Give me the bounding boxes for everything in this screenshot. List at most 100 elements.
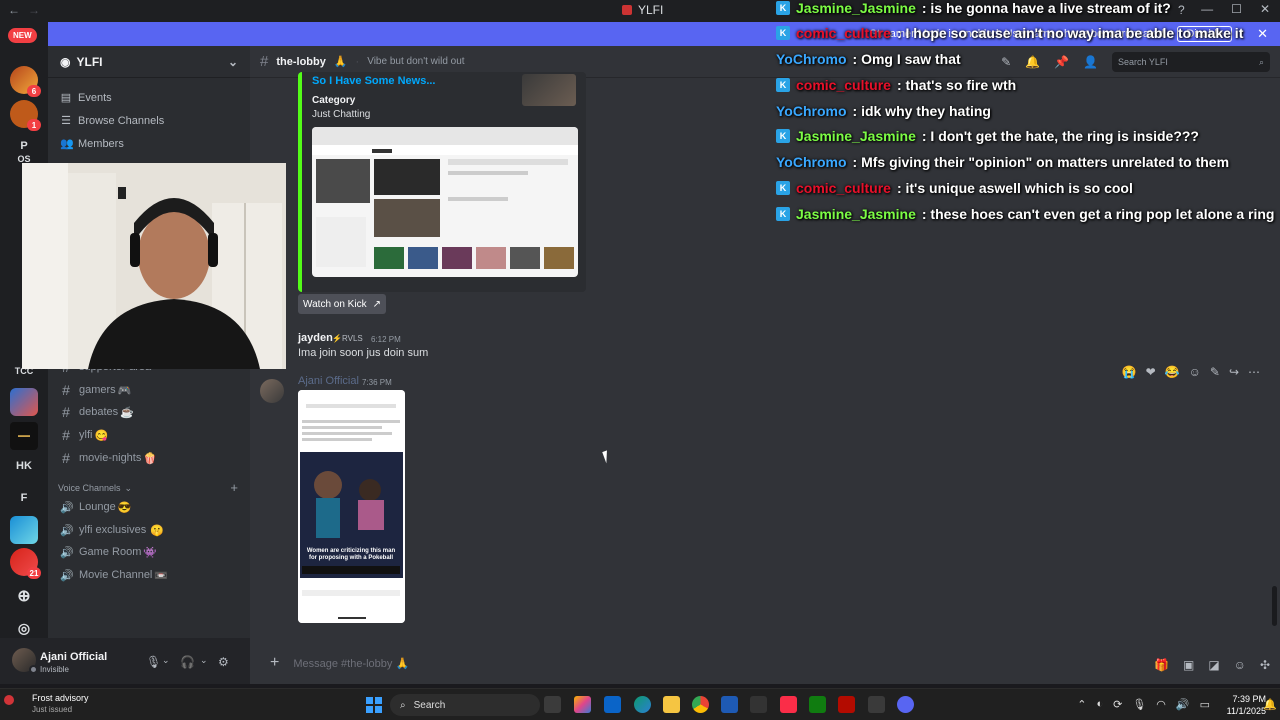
volume-icon[interactable]: 🔊 bbox=[1176, 698, 1190, 711]
embed-preview-image[interactable] bbox=[312, 127, 578, 277]
attached-image[interactable]: Women are criticizing this man for propo… bbox=[298, 390, 405, 623]
channel-emoji: 😎 bbox=[117, 501, 132, 514]
gift-icon[interactable]: 🎁 bbox=[1154, 658, 1169, 672]
channel-ylfi[interactable]: # ylfi 😋 bbox=[58, 425, 240, 445]
back-arrow-icon[interactable]: ← bbox=[8, 3, 20, 17]
acrobat-icon[interactable] bbox=[838, 696, 855, 713]
chat-line: Kcomic_culture: that's so fire wth bbox=[776, 77, 1016, 93]
music-icon[interactable] bbox=[780, 696, 797, 713]
file-explorer-icon[interactable] bbox=[663, 696, 680, 713]
embed-thumbnail[interactable] bbox=[522, 74, 576, 106]
chevron-down-icon[interactable]: ⌄ bbox=[162, 655, 170, 666]
server-icon-7[interactable]: ▬▬ bbox=[10, 422, 38, 450]
channel-name: ylfi exclusives bbox=[79, 524, 147, 536]
scrollbar[interactable] bbox=[1272, 586, 1277, 626]
hash-icon: # bbox=[260, 53, 269, 70]
task-view-icon[interactable] bbox=[544, 696, 561, 713]
windows-start-icon[interactable] bbox=[366, 697, 382, 713]
voice-channel-game-room[interactable]: 🔊 Game Room 👾 bbox=[58, 542, 240, 562]
taskbar-clock[interactable]: 7:39 PM 11/1/2025 bbox=[1227, 693, 1266, 717]
voice-channel-movie-channel[interactable]: 🔊 Movie Channel 📼 bbox=[58, 565, 240, 585]
voice-category[interactable]: Voice Channels ⌄ bbox=[58, 483, 132, 494]
server-icon-6[interactable] bbox=[10, 388, 38, 416]
laugh-emoji-icon[interactable]: 😂 bbox=[1165, 365, 1180, 379]
apps-icon[interactable]: ✣ bbox=[1260, 658, 1270, 672]
app-logo-icon bbox=[622, 5, 632, 15]
sticker-icon[interactable]: ◪ bbox=[1208, 658, 1219, 672]
heart-emoji-icon[interactable]: ❤ bbox=[1146, 365, 1156, 379]
wifi-icon[interactable]: ◠ bbox=[1156, 698, 1166, 711]
chevron-down-icon[interactable]: ⌄ bbox=[200, 655, 208, 666]
avatar[interactable] bbox=[260, 379, 284, 403]
system-tray: ⌃ ◐ ⟳ 🎙 ◠ 🔊 ▭ bbox=[1077, 698, 1210, 711]
channel-gamers[interactable]: # gamers 🎮 bbox=[58, 380, 240, 400]
edit-icon[interactable]: ✎ bbox=[1210, 365, 1220, 379]
tray-sync-icon[interactable]: ⟳ bbox=[1113, 698, 1122, 711]
store-icon[interactable] bbox=[721, 696, 738, 713]
clock-time: 7:39 PM bbox=[1232, 694, 1266, 704]
embed-title[interactable]: So I Have Some News... bbox=[312, 75, 436, 87]
nav-events[interactable]: ▤ Events bbox=[60, 91, 112, 105]
edge-icon[interactable] bbox=[634, 696, 651, 713]
weather-widget[interactable]: Frost advisory Just issued bbox=[32, 693, 89, 714]
new-badge[interactable]: NEW bbox=[8, 28, 37, 43]
message-author[interactable]: Ajani Official bbox=[298, 375, 359, 387]
gif-icon[interactable]: ▣ bbox=[1183, 658, 1194, 672]
obs-icon[interactable] bbox=[868, 696, 885, 713]
chat-username: comic_culture bbox=[796, 77, 891, 93]
taskbar-search[interactable]: ⌕ Search bbox=[390, 694, 540, 716]
message-author[interactable]: jayden bbox=[298, 332, 333, 344]
server-icon-11[interactable]: 21 bbox=[10, 548, 41, 579]
channel-emoji: 🙏 bbox=[333, 56, 348, 68]
outlook-icon[interactable] bbox=[604, 696, 621, 713]
server-icon-f[interactable]: F bbox=[10, 484, 38, 512]
channel-name: ylfi bbox=[79, 429, 93, 441]
server-icon-1[interactable]: 6 bbox=[10, 66, 41, 97]
battery-icon[interactable]: ▭ bbox=[1200, 698, 1210, 711]
chevron-up-icon[interactable]: ⌃ bbox=[1077, 698, 1086, 711]
watch-on-kick-button[interactable]: Watch on Kick ↗ bbox=[298, 294, 386, 314]
message-composer[interactable]: + Message #the-lobby 🙏 bbox=[260, 650, 1270, 676]
nav-members[interactable]: 👥 Members bbox=[60, 137, 124, 151]
add-channel-icon[interactable]: + bbox=[230, 480, 238, 495]
voice-channel-ylfi-exclusives[interactable]: 🔊 ylfi exclusives 🤫 bbox=[58, 520, 240, 540]
clock-date: 11/1/2025 bbox=[1226, 706, 1266, 716]
add-server-icon[interactable]: ⊕ bbox=[10, 582, 38, 610]
more-options-icon[interactable]: ⋯ bbox=[1248, 365, 1260, 379]
xbox-icon[interactable] bbox=[809, 696, 826, 713]
add-attachment-icon[interactable]: + bbox=[270, 654, 279, 672]
discord-icon[interactable] bbox=[897, 696, 914, 713]
kick-icon: K bbox=[776, 78, 790, 92]
chat-line: YoChromo: Omg I saw that bbox=[776, 51, 961, 67]
crying-emoji-icon[interactable]: 😭 bbox=[1122, 365, 1137, 379]
microphone-icon[interactable]: 🎙 bbox=[146, 655, 161, 669]
channel-debates[interactable]: # debates ☕ bbox=[58, 402, 240, 422]
notification-bell-icon[interactable]: 🔔 bbox=[1263, 698, 1277, 711]
chrome-icon[interactable] bbox=[692, 696, 709, 713]
chat-text: : these hoes can't even get a ring pop l… bbox=[921, 206, 1275, 222]
tray-app-icon[interactable]: ◐ bbox=[1096, 698, 1103, 711]
reply-icon[interactable]: ↪ bbox=[1229, 365, 1239, 379]
emoji-icon[interactable]: ☺ bbox=[1234, 658, 1246, 672]
server-icon-10[interactable] bbox=[10, 516, 38, 544]
nav-browse-channels[interactable]: ☰ Browse Channels bbox=[60, 114, 164, 128]
user-name[interactable]: Ajani Official bbox=[40, 651, 107, 663]
headphones-icon[interactable]: 🎧 bbox=[180, 655, 195, 669]
channel-topic[interactable]: Vibe but don't wild out bbox=[367, 56, 464, 67]
add-reaction-icon[interactable]: ☺ bbox=[1189, 365, 1201, 379]
kick-stream-embed: So I Have Some News... Category Just Cha… bbox=[298, 72, 586, 292]
voice-channel-lounge[interactable]: 🔊 Lounge 😎 bbox=[58, 497, 240, 517]
role-badge[interactable]: ⚡RVLS bbox=[332, 334, 363, 343]
channel-movie-nights[interactable]: # movie-nights 🍿 bbox=[58, 448, 240, 468]
channel-emoji: ☕ bbox=[120, 406, 134, 419]
channel-emoji: 😋 bbox=[94, 429, 109, 442]
server-icon-hk[interactable]: HK bbox=[10, 452, 38, 480]
microphone-icon[interactable]: 🎙 bbox=[1132, 698, 1146, 711]
server-icon-2[interactable]: 1 bbox=[10, 100, 41, 131]
chat-line: K Jasmine_Jasmine: these hoes can't even … bbox=[776, 206, 1274, 222]
copilot-icon[interactable] bbox=[574, 696, 591, 713]
steam-icon[interactable] bbox=[750, 696, 767, 713]
gear-icon[interactable]: ⚙ bbox=[218, 655, 229, 669]
server-header[interactable]: ◉ YLFI ⌄ bbox=[48, 46, 250, 78]
forward-arrow-icon[interactable]: → bbox=[28, 3, 40, 17]
